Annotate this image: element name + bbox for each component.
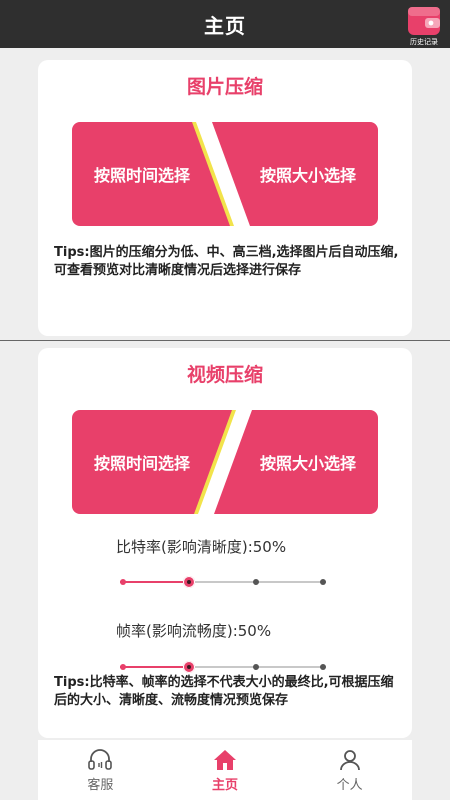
video-by-time-button[interactable]: 按照时间选择 [72, 410, 222, 514]
page-title: 主页 [204, 13, 246, 38]
video-compress-card: 视频压缩 按照时间选择 按照大小选择 比特率(影响清晰度):50% 帧率(影响流… [38, 348, 412, 738]
tab-home[interactable]: 主页 [163, 740, 288, 800]
framerate-slider-thumb[interactable] [183, 661, 195, 673]
tab-profile[interactable]: 个人 [287, 740, 412, 800]
person-icon [339, 750, 360, 771]
section-divider [0, 340, 450, 341]
image-select-split: 按照时间选择 按照大小选择 [72, 122, 378, 226]
tab-service[interactable]: 客服 [38, 740, 163, 800]
tab-service-label: 客服 [87, 778, 114, 793]
image-by-time-button[interactable]: 按照时间选择 [72, 122, 222, 226]
history-button[interactable]: 历史记录 [406, 4, 442, 48]
headset-icon [88, 749, 113, 770]
bottom-nav: 客服 主页 个人 [38, 740, 412, 800]
video-select-split: 按照时间选择 按照大小选择 [72, 410, 378, 514]
top-bar: 主页 历史记录 [0, 0, 450, 48]
video-tips: Tips:比特率、帧率的选择不代表大小的最终比,可根据压缩后的大小、清晰度、流畅… [54, 675, 394, 708]
framerate-slider[interactable] [120, 660, 326, 674]
image-by-size-button[interactable]: 按照大小选择 [228, 122, 378, 226]
image-compress-title: 图片压缩 [186, 76, 263, 98]
image-tips: Tips:图片的压缩分为低、中、高三档,选择图片后自动压缩,可查看预览对比清晰度… [54, 245, 399, 278]
video-by-size-button[interactable]: 按照大小选择 [228, 410, 378, 514]
bitrate-label: 比特率(影响清晰度):50% [116, 538, 287, 556]
bitrate-slider[interactable] [120, 575, 326, 589]
wallet-icon [408, 7, 440, 35]
video-compress-title: 视频压缩 [186, 364, 263, 386]
bitrate-slider-thumb[interactable] [183, 576, 195, 588]
framerate-label: 帧率(影响流畅度):50% [116, 622, 272, 640]
history-label: 历史记录 [410, 38, 438, 46]
image-compress-card: 图片压缩 按照时间选择 按照大小选择 Tips:图片的压缩分为低、中、高三档,选… [38, 60, 412, 336]
tab-profile-label: 个人 [336, 778, 363, 793]
tab-home-label: 主页 [212, 778, 239, 793]
home-icon [214, 750, 236, 770]
